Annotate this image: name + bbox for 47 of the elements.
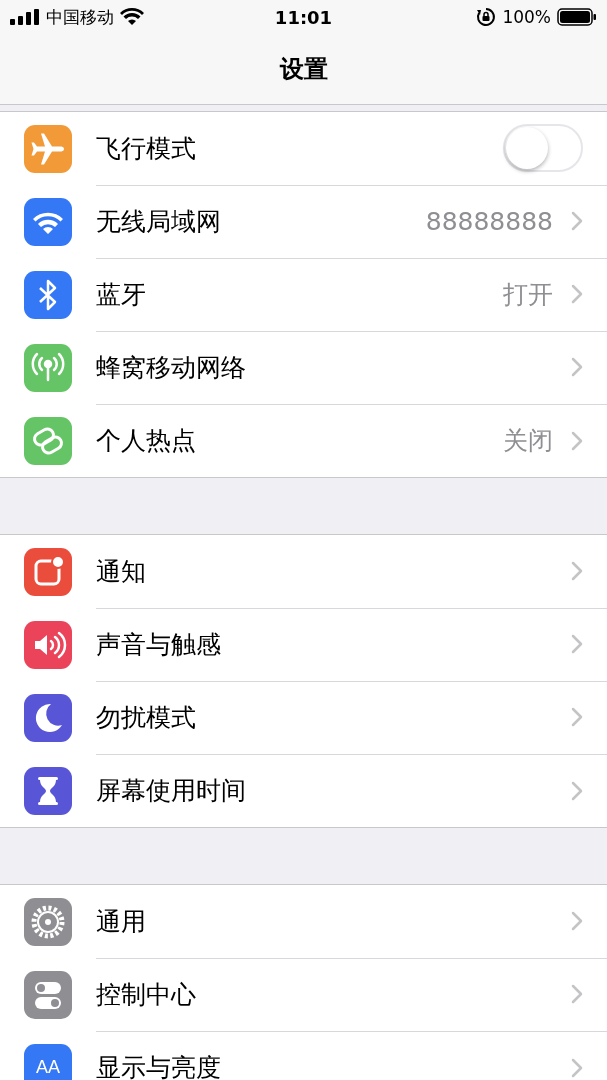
signal-icon <box>10 9 40 25</box>
settings-row[interactable]: 控制中心 <box>0 958 607 1031</box>
settings-row[interactable]: 蜂窝移动网络 <box>0 331 607 404</box>
setting-label: 蜂窝移动网络 <box>96 351 247 384</box>
chevron-icon <box>571 780 583 801</box>
chevron-icon <box>571 357 583 377</box>
setting-label: 通知 <box>96 555 147 588</box>
setting-value: 88888888 <box>425 206 553 236</box>
toggle-switch[interactable] <box>503 124 583 172</box>
chevron-icon <box>571 211 583 231</box>
settings-row[interactable]: 声音与触感 <box>0 608 607 681</box>
letters-icon: AA <box>24 1043 72 1080</box>
settings-row[interactable]: 飞行模式 <box>0 112 607 185</box>
chevron-icon <box>571 984 583 1004</box>
setting-label: 勿扰模式 <box>96 701 197 734</box>
chevron-icon <box>571 634 583 654</box>
settings-row[interactable]: 通知 <box>0 535 607 608</box>
setting-label: 通用 <box>96 905 147 938</box>
chevron-icon <box>571 430 583 451</box>
settings-row[interactable]: 无线局域网 88888888 <box>0 185 607 258</box>
setting-value: 关闭 <box>503 425 553 457</box>
chevron-icon <box>571 707 583 727</box>
chevron-icon <box>571 284 583 304</box>
settings-row[interactable]: 通用 <box>0 885 607 958</box>
setting-label: 屏幕使用时间 <box>96 775 247 807</box>
settings-row[interactable]: 蓝牙 打开 <box>0 258 607 331</box>
battery-icon <box>557 8 597 26</box>
nav-title: 设置 <box>279 54 328 85</box>
wifi-icon <box>120 8 144 26</box>
settings-row[interactable]: 个人热点 关闭 <box>0 404 607 477</box>
battery-percent: 100% <box>502 7 551 27</box>
settings-row[interactable]: 屏幕使用时间 <box>0 754 607 827</box>
setting-label: 飞行模式 <box>96 132 197 165</box>
status-time: 11:01 <box>274 6 333 28</box>
setting-label: 个人热点 <box>96 425 197 457</box>
chevron-icon <box>571 561 583 581</box>
settings-row[interactable]: AA 显示与亮度 <box>0 1031 607 1080</box>
rotation-lock-icon <box>476 7 497 27</box>
setting-label: 无线局域网 <box>96 205 222 238</box>
setting-value: 打开 <box>503 278 553 311</box>
setting-label: 蓝牙 <box>96 278 147 311</box>
setting-label: 控制中心 <box>96 978 197 1011</box>
setting-label: 声音与触感 <box>96 628 222 661</box>
settings-row[interactable]: 勿扰模式 <box>0 681 607 754</box>
chevron-icon <box>571 911 583 931</box>
carrier-name: 中国移动 <box>46 5 114 29</box>
setting-label: 显示与亮度 <box>96 1052 222 1080</box>
